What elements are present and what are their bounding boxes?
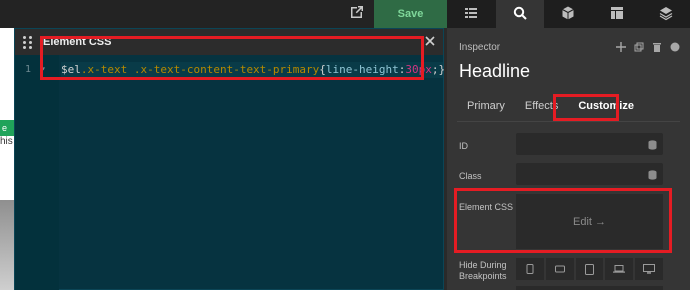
external-link-icon[interactable] — [348, 3, 366, 21]
element-css-editor: Element CSS 1 ▾ $el.x-text .x-text-conte… — [14, 28, 446, 290]
breakpoint-xs-toggle[interactable] — [516, 258, 544, 280]
search-icon — [512, 5, 528, 24]
element-title: Headline — [459, 61, 531, 81]
breakpoint-xl-toggle[interactable] — [635, 258, 663, 280]
hide-breakpoints-label-2: Breakpoints — [459, 271, 507, 281]
phone-icon — [526, 264, 534, 274]
tablet-icon — [584, 263, 594, 275]
highlight-box-tab — [553, 94, 619, 121]
highlight-box-editor — [40, 36, 424, 80]
layers-icon — [658, 5, 674, 24]
inspector-tab[interactable] — [495, 0, 545, 28]
trash-icon[interactable] — [652, 41, 662, 52]
cube-icon — [560, 5, 576, 24]
move-icon[interactable] — [616, 41, 626, 52]
id-field[interactable] — [516, 133, 663, 155]
top-bar: Save — [0, 0, 447, 28]
elements-tab[interactable] — [544, 0, 593, 28]
breakpoint-lg-toggle[interactable] — [605, 258, 634, 280]
phone-landscape-icon — [554, 265, 565, 273]
class-label: Class — [459, 171, 482, 181]
line-number: 1 — [25, 64, 32, 75]
panel-switcher — [447, 0, 690, 28]
list-icon — [463, 5, 479, 24]
laptop-icon — [613, 265, 626, 273]
id-label: ID — [459, 141, 468, 151]
class-field[interactable] — [516, 163, 663, 185]
preview-text: his — [0, 136, 13, 147]
tab-primary[interactable]: Primary — [467, 100, 505, 112]
layout-icon — [609, 5, 625, 24]
drag-handle-icon[interactable] — [23, 36, 33, 49]
hide-breakpoints-label-1: Hide During — [459, 260, 507, 270]
inspector-panel: Inspector Headline Primary Effects Custo… — [447, 28, 690, 290]
desktop-icon — [643, 264, 656, 274]
database-icon[interactable] — [648, 139, 657, 150]
preview-image — [0, 200, 14, 290]
code-semicolon: ; — [431, 63, 439, 76]
breakpoint-toggles — [516, 258, 663, 280]
save-button[interactable]: Save — [374, 0, 447, 28]
database-icon[interactable] — [648, 169, 657, 180]
layers-tab[interactable] — [641, 0, 690, 28]
code-close-brace: } — [438, 63, 446, 76]
close-icon[interactable] — [423, 34, 437, 48]
outline-tab[interactable] — [447, 0, 496, 28]
copy-icon[interactable] — [634, 41, 644, 52]
inspector-label: Inspector — [459, 42, 501, 53]
line-gutter — [15, 55, 59, 290]
breakpoint-md-toggle[interactable] — [575, 258, 604, 280]
help-icon[interactable] — [670, 41, 680, 52]
layout-tab[interactable] — [593, 0, 642, 28]
next-field — [516, 286, 663, 290]
tab-divider — [457, 121, 680, 122]
inspector-actions — [616, 41, 680, 52]
highlight-box-element-css — [454, 188, 672, 253]
preview-button: e — [0, 120, 14, 136]
breakpoint-sm-toggle[interactable] — [545, 258, 574, 280]
